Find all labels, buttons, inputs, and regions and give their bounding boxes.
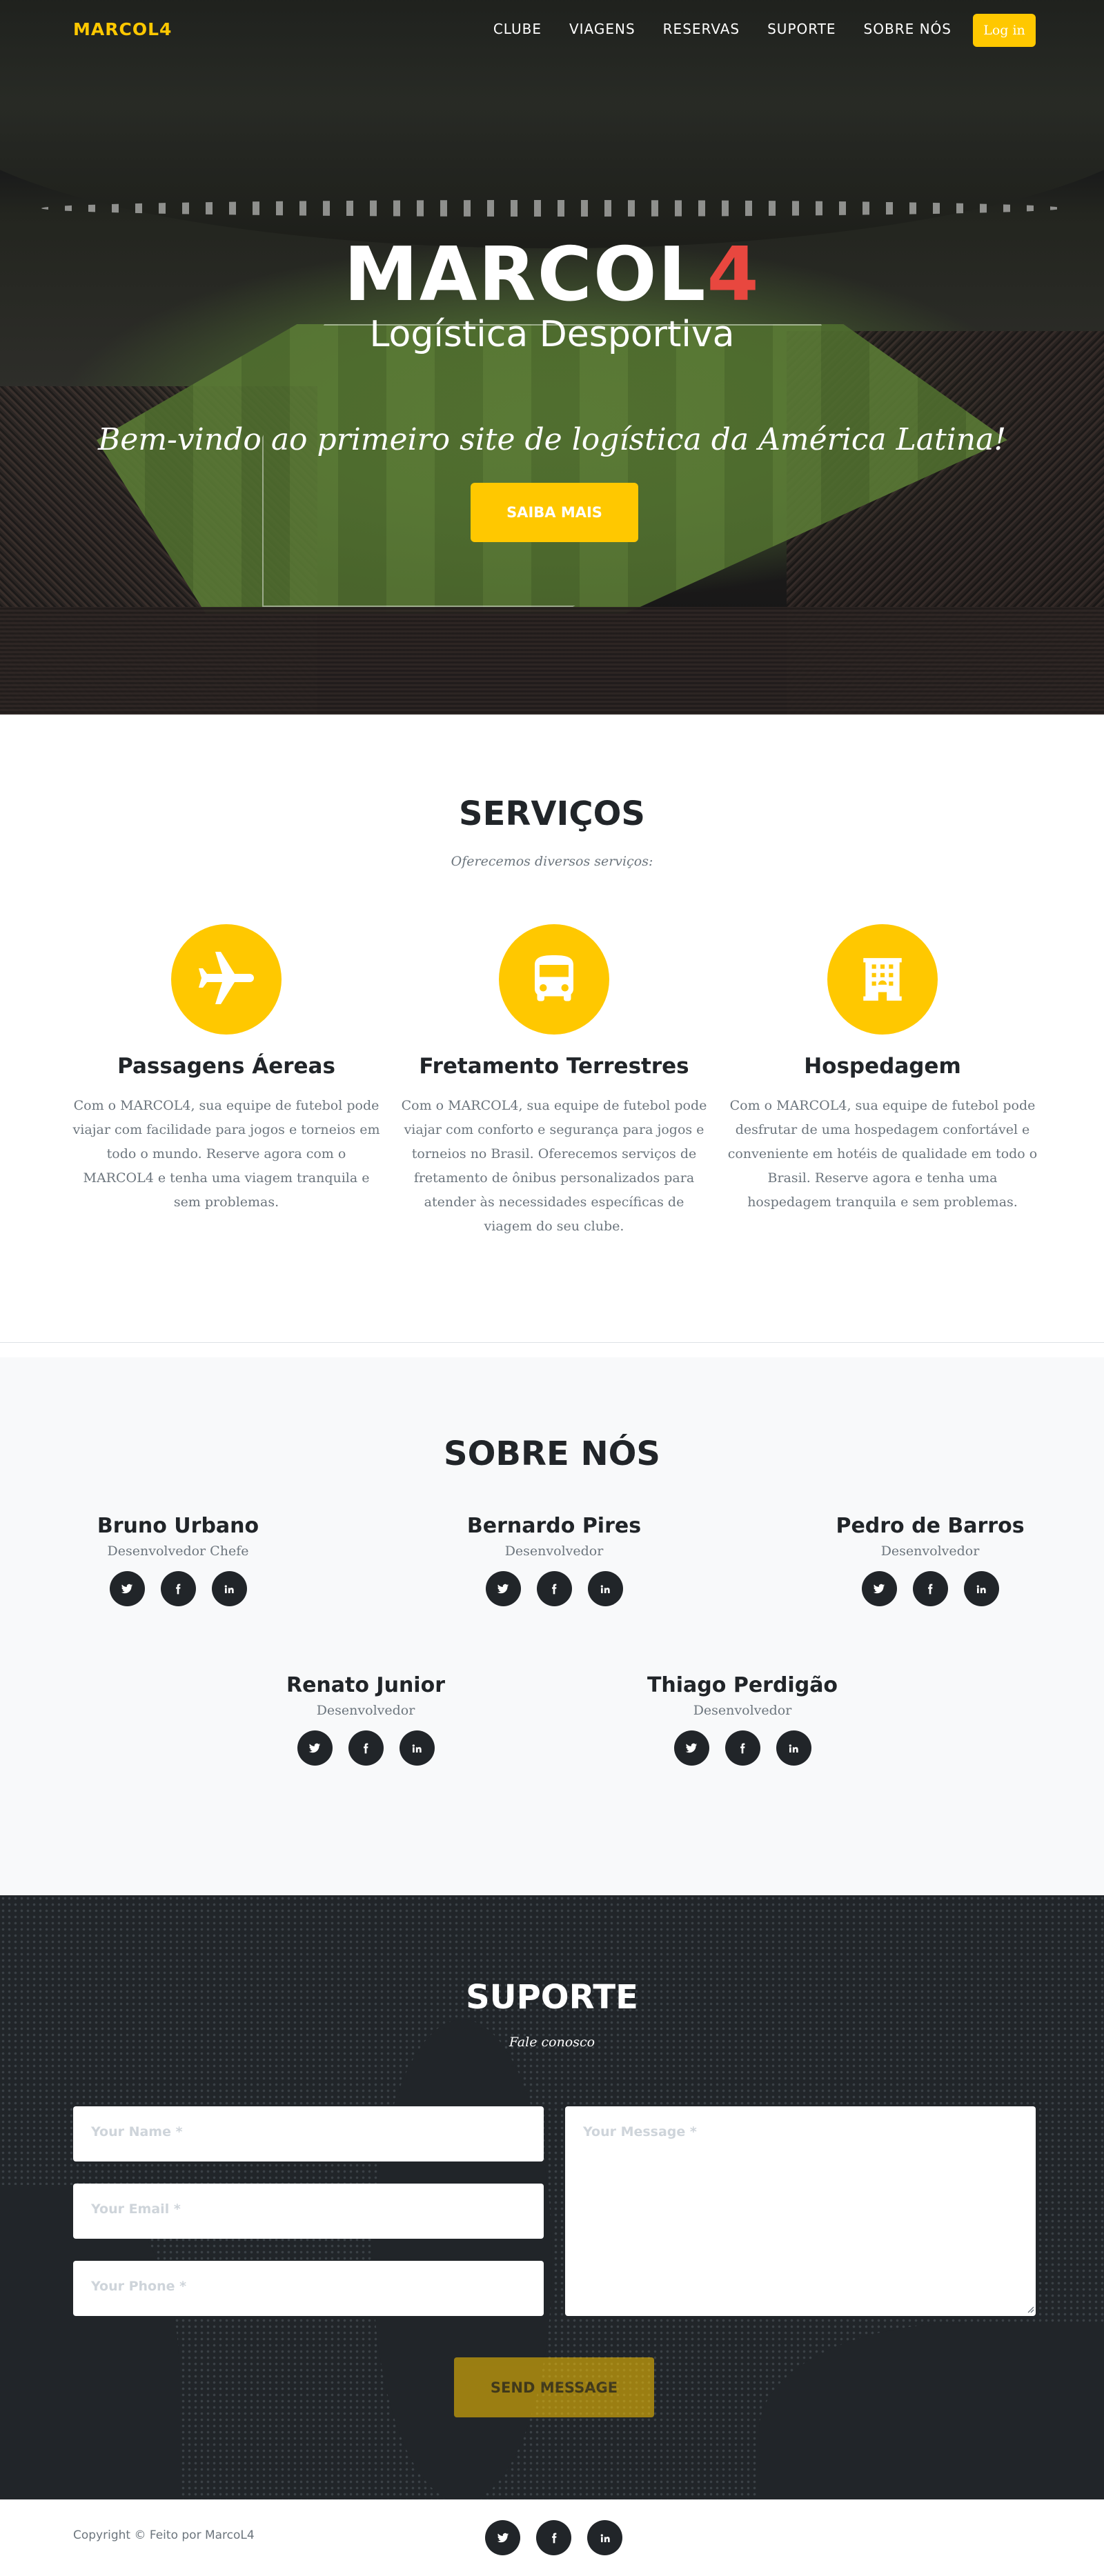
facebook-icon[interactable] [724,1730,760,1766]
nav-link-reservas[interactable]: RESERVAS [663,21,740,37]
service-text: Com o MARCOL4, sua equipe de futebol pod… [401,1098,707,1234]
resize-handle-icon[interactable] [1025,2304,1034,2313]
stadium-crowd-bottom-image [0,607,1104,715]
contact-subtitle: Fale conosco [509,2035,595,2050]
hero-section [0,0,1104,715]
brand-logo[interactable]: MARCOL4 [73,19,172,39]
member-role: Desenvolvedor Chefe [107,1544,249,1559]
twitter-icon[interactable] [109,1571,145,1606]
service-text: Com o MARCOL4, sua equipe de futebol pod… [727,1098,1038,1210]
hero-logo-main: MARCOL [344,232,707,318]
map-ocean-shape [373,2019,552,2499]
member-socials [54,1571,302,1606]
plane-icon [171,924,282,1035]
footer-socials [485,2520,622,2555]
send-message-button[interactable]: SEND MESSAGE [454,2357,654,2417]
service-card-hotel: Hospedagem Com o MARCOL4, sua equipe de … [727,924,1038,1215]
nav-link-suporte[interactable]: SUPORTE [767,21,836,37]
contact-title: SUPORTE [466,1978,638,2017]
member-name: Bruno Urbano [97,1514,259,1538]
member-name: Pedro de Barros [836,1514,1025,1538]
linkedin-icon[interactable] [776,1730,811,1766]
email-input[interactable]: Your Email * [73,2184,544,2239]
about-title: SOBRE NÓS [444,1435,660,1473]
saiba-mais-button[interactable]: SAIBA MAIS [471,483,638,542]
facebook-icon[interactable] [536,2520,571,2555]
team-member-card: Bruno Urbano Desenvolvedor Chefe [54,1514,302,1606]
linkedin-icon[interactable] [399,1730,435,1766]
hotel-icon [827,924,938,1035]
stadium-lights-image [41,200,1063,217]
facebook-icon[interactable] [536,1571,572,1606]
twitter-icon[interactable] [297,1730,333,1766]
linkedin-icon[interactable] [587,2520,622,2555]
linkedin-icon[interactable] [587,1571,623,1606]
services-subtitle: Oferecemos diversos serviços: [451,854,653,869]
service-text: Com o MARCOL4, sua equipe de futebol pod… [72,1098,380,1210]
team-member-card: Renato Junior Desenvolvedor [241,1673,490,1766]
member-name: Renato Junior [286,1673,445,1697]
name-input[interactable]: Your Name * [73,2106,544,2161]
nav-link-clube[interactable]: CLUBE [493,21,542,37]
member-role: Desenvolvedor [504,1544,604,1559]
member-name: Thiago Perdigão [647,1673,838,1697]
member-socials [618,1730,867,1766]
member-role: Desenvolvedor [693,1703,792,1718]
hero-tagline: Bem-vindo ao primeiro site de logística … [97,422,1007,457]
bus-icon [499,924,609,1035]
nav-links: CLUBE VIAGENS RESERVAS SUPORTE SOBRE NÓS [466,21,952,37]
hero-logo: MARCOL4 [0,238,1104,312]
twitter-icon[interactable] [673,1730,709,1766]
facebook-icon[interactable] [912,1571,948,1606]
hero-logo-accent: 4 [707,232,760,318]
facebook-icon[interactable] [160,1571,196,1606]
member-role: Desenvolvedor [880,1544,980,1559]
team-member-card: Bernardo Pires Desenvolvedor [430,1514,678,1606]
nav-link-sobre-nos[interactable]: SOBRE NÓS [864,21,952,37]
service-card-flights: Passagens Áereas Com o MARCOL4, sua equi… [71,924,382,1215]
linkedin-icon[interactable] [211,1571,247,1606]
linkedin-icon[interactable] [963,1571,999,1606]
service-card-bus: Fretamento Terrestres Com o MARCOL4, sua… [399,924,709,1239]
copyright-text: Copyright © Feito por MarcoL4 [73,2528,255,2542]
twitter-icon[interactable] [861,1571,897,1606]
navbar: MARCOL4 CLUBE VIAGENS RESERVAS SUPORTE S… [0,0,1104,61]
member-name: Bernardo Pires [466,1514,642,1538]
member-socials [241,1730,490,1766]
member-socials [806,1571,1054,1606]
service-heading: Hospedagem [804,1054,961,1079]
section-divider [0,1342,1104,1343]
message-textarea[interactable]: Your Message * [565,2106,1036,2316]
team-member-card: Thiago Perdigão Desenvolvedor [618,1673,867,1766]
twitter-icon[interactable] [485,2520,520,2555]
phone-input[interactable]: Your Phone * [73,2261,544,2316]
facebook-icon[interactable] [348,1730,384,1766]
service-heading: Fretamento Terrestres [419,1054,689,1079]
team-member-card: Pedro de Barros Desenvolvedor [806,1514,1054,1606]
nav-link-viagens[interactable]: VIAGENS [569,21,635,37]
member-socials [430,1571,678,1606]
hero-subtitle: Logística Desportiva [369,314,735,355]
twitter-icon[interactable] [485,1571,521,1606]
service-heading: Passagens Áereas [117,1054,335,1079]
member-role: Desenvolvedor [316,1703,415,1718]
services-title: SERVIÇOS [459,795,645,833]
login-button[interactable]: Log in [973,14,1036,47]
